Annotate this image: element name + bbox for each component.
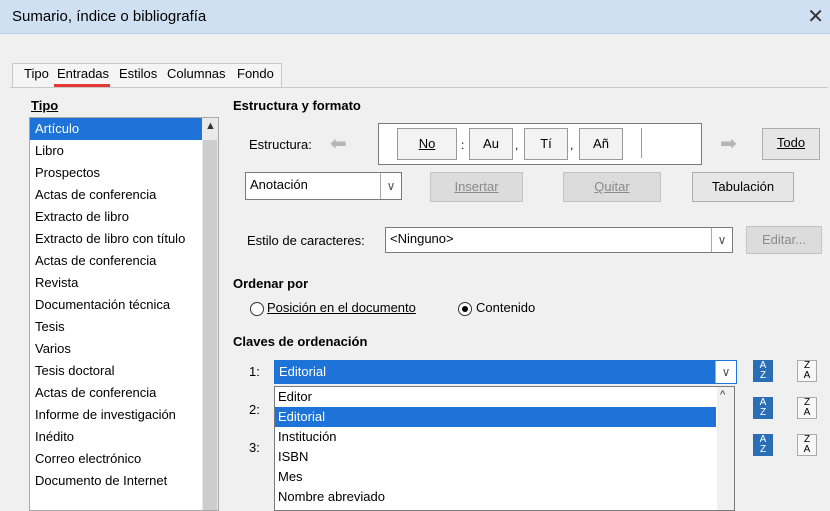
sort-keys-header: Claves de ordenación xyxy=(233,334,368,349)
structure-end-marker xyxy=(641,128,642,158)
tab-columnas[interactable]: Columnas xyxy=(165,66,228,81)
sort-key-label-1: 1: xyxy=(249,364,260,379)
sort-key-1-value: Editorial xyxy=(279,364,326,379)
char-style-label: Estilo de caracteres: xyxy=(247,233,365,248)
sort-key-label-2: 2: xyxy=(249,402,260,417)
list-item[interactable]: Extracto de libro xyxy=(35,206,129,228)
sort-descending-icon[interactable]: ZA xyxy=(797,397,817,419)
token-separator[interactable]: , xyxy=(515,128,518,162)
remove-button[interactable]: Quitar xyxy=(563,172,661,202)
token-an[interactable]: Añ xyxy=(579,128,623,160)
dropdown-scrollbar[interactable]: ^ xyxy=(717,386,735,511)
token-ti[interactable]: Tí xyxy=(524,128,568,160)
type-list-scrollbar[interactable]: ▲ xyxy=(202,118,218,510)
type-header: Tipo xyxy=(31,98,59,113)
chevron-down-icon[interactable]: ∨ xyxy=(711,228,732,252)
tab-estilos[interactable]: Estilos xyxy=(117,66,159,81)
structure-label: Estructura: xyxy=(249,137,312,152)
scrollbar-thumb[interactable] xyxy=(203,140,217,510)
token-no[interactable]: No xyxy=(397,128,457,160)
token-au[interactable]: Au xyxy=(469,128,513,160)
structure-editor[interactable]: No : Au , Tí , Añ xyxy=(378,123,702,165)
list-item[interactable]: Actas de conferencia xyxy=(35,250,156,272)
window-title: Sumario, índice o bibliografía xyxy=(12,8,207,25)
char-style-combo[interactable]: <Ninguno> ∨ xyxy=(385,227,733,253)
sort-ascending-icon[interactable]: AZ xyxy=(753,397,773,419)
sort-descending-icon[interactable]: ZA xyxy=(797,434,817,456)
radio-position[interactable] xyxy=(250,302,264,316)
dropdown-item[interactable]: Nombre abreviado xyxy=(275,487,721,507)
sort-key-label-3: 3: xyxy=(249,440,260,455)
list-item[interactable]: Documentación técnica xyxy=(35,294,170,316)
tab-entradas[interactable]: Entradas xyxy=(55,66,111,81)
list-item[interactable]: Tesis doctoral xyxy=(35,360,114,382)
token-separator[interactable]: , xyxy=(570,128,573,162)
field-combo-value: Anotación xyxy=(250,177,308,192)
sort-ascending-icon[interactable]: AZ xyxy=(753,360,773,382)
list-item[interactable]: Varios xyxy=(35,338,71,360)
all-button[interactable]: Todo xyxy=(762,128,820,160)
list-item[interactable]: Prospectos xyxy=(35,162,100,184)
dropdown-item[interactable]: Editorial xyxy=(275,407,716,427)
list-item[interactable]: Actas de conferencia xyxy=(35,184,156,206)
dropdown-item[interactable]: Institución xyxy=(275,427,721,447)
list-item[interactable]: Inédito xyxy=(35,426,74,448)
scroll-up-icon[interactable]: ^ xyxy=(720,389,725,401)
list-item[interactable]: Artículo xyxy=(30,118,203,140)
chevron-down-icon[interactable]: ∨ xyxy=(715,361,736,383)
list-item[interactable]: Actas de conferencia xyxy=(35,382,156,404)
sort-key-dropdown[interactable]: Editor Editorial Institución ISBN Mes No… xyxy=(274,386,719,511)
insert-button[interactable]: Insertar xyxy=(430,172,523,202)
tab-tipo[interactable]: Tipo xyxy=(22,66,51,81)
list-item[interactable]: Documento de Internet xyxy=(35,470,167,492)
scroll-up-icon[interactable]: ▲ xyxy=(205,120,216,132)
char-style-value: <Ninguno> xyxy=(390,231,454,246)
radio-position-label[interactable]: Posición en el documento xyxy=(267,300,416,315)
list-item[interactable]: Revista xyxy=(35,272,78,294)
radio-content-label[interactable]: Contenido xyxy=(476,300,535,315)
list-item[interactable]: Informe de investigación xyxy=(35,404,176,426)
chevron-down-icon[interactable]: ∨ xyxy=(380,173,401,199)
dropdown-item[interactable]: ISBN xyxy=(275,447,721,467)
edit-button[interactable]: Editar... xyxy=(746,226,822,254)
close-icon[interactable]: ✕ xyxy=(807,4,824,29)
list-item[interactable]: Libro xyxy=(35,140,64,162)
field-combo[interactable]: Anotación ∨ xyxy=(245,172,402,200)
list-item[interactable]: Tesis xyxy=(35,316,65,338)
tab-fondo[interactable]: Fondo xyxy=(235,66,276,81)
dropdown-item[interactable]: Editor xyxy=(275,387,721,407)
sort-descending-icon[interactable]: ZA xyxy=(797,360,817,382)
arrow-right-icon[interactable]: ➡ xyxy=(720,131,737,156)
tab-button[interactable]: Tabulación xyxy=(692,172,794,202)
structure-header: Estructura y formato xyxy=(233,98,361,113)
type-listbox[interactable]: Artículo Libro Prospectos Actas de confe… xyxy=(29,117,219,511)
sort-header: Ordenar por xyxy=(233,276,309,291)
list-item[interactable]: Correo electrónico xyxy=(35,448,141,470)
sort-key-1-combo[interactable]: Editorial ∨ xyxy=(274,360,737,384)
arrow-left-icon[interactable]: ⬅ xyxy=(330,131,347,156)
list-item[interactable]: Extracto de libro con título xyxy=(35,228,185,250)
sort-ascending-icon[interactable]: AZ xyxy=(753,434,773,456)
radio-content[interactable] xyxy=(458,302,472,316)
token-separator[interactable]: : xyxy=(461,128,464,162)
dropdown-item[interactable]: Mes xyxy=(275,467,721,487)
